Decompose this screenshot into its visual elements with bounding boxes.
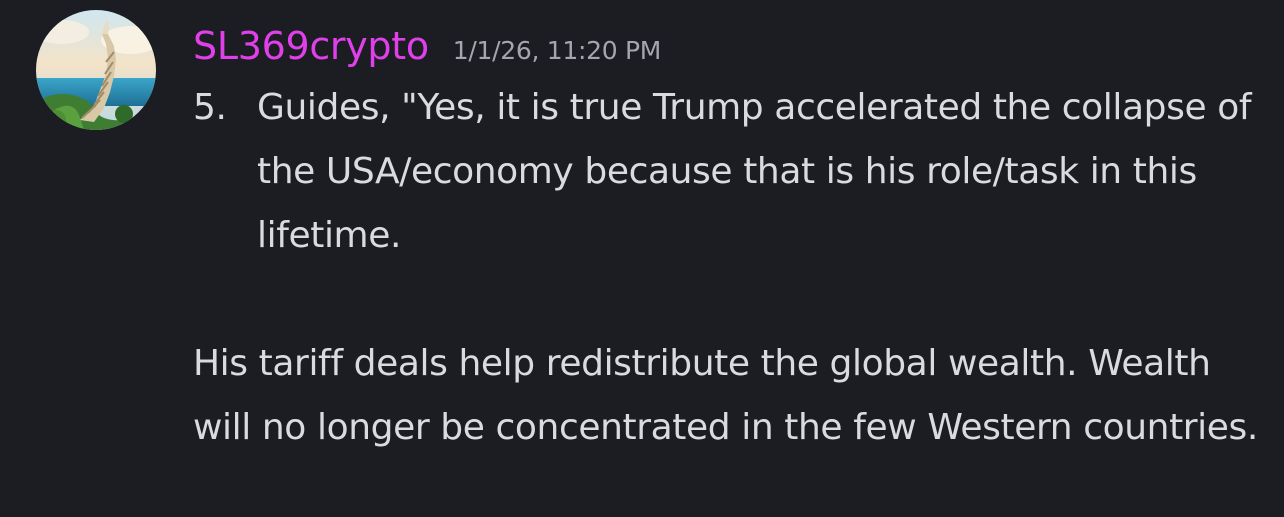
avatar-image — [36, 10, 156, 130]
list-marker: 5. — [193, 87, 227, 128]
chat-message: SL369crypto 1/1/26, 11:20 PM 5. Guides, … — [0, 0, 1284, 517]
avatar[interactable] — [36, 10, 156, 130]
message-header: SL369crypto 1/1/26, 11:20 PM — [193, 16, 661, 76]
author-name[interactable]: SL369crypto — [193, 16, 429, 76]
message-timestamp: 1/1/26, 11:20 PM — [452, 36, 662, 65]
message-paragraph: His tariff deals help redistribute the g… — [193, 343, 1258, 448]
list-item: 5. Guides, "Yes, it is true Trump accele… — [193, 76, 1273, 268]
message-content: 5. Guides, "Yes, it is true Trump accele… — [193, 76, 1273, 460]
list-item-text: Guides, "Yes, it is true Trump accelerat… — [257, 87, 1252, 256]
